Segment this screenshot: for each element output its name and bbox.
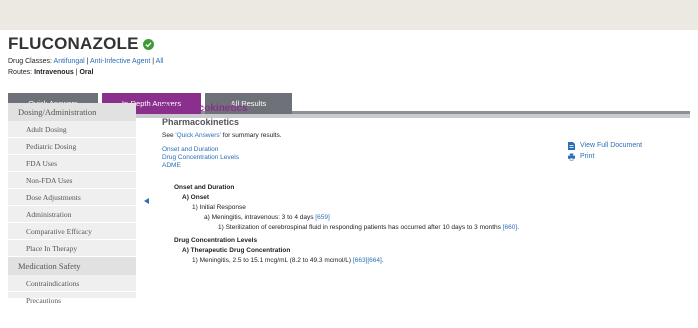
sidebar-item-place-in-therapy[interactable]: Place In Therapy [8,240,136,257]
levels-heading: Drug Concentration Levels [174,237,258,244]
onset-a1a1-text: 1) Sterilization of cerebrospinal fluid … [218,224,501,231]
sidebar-item-administration[interactable]: Administration [8,206,136,223]
class-antifungal-link[interactable]: Antifungal [54,58,85,65]
see-prefix: See [162,132,176,139]
sidebar: Dosing/Administration Adult Dosing Pedia… [8,103,136,309]
see-suffix: for summary results. [220,132,282,139]
collapse-arrow-icon[interactable] [144,198,149,204]
sidebar-item-precautions[interactable]: Precautions [8,292,136,309]
sidebar-item-non-fda-uses[interactable]: Non-FDA Uses [8,172,136,189]
check-circle-icon [142,38,154,50]
onset-a: A) Onset [182,194,210,201]
sidebar-section-medication-safety[interactable]: Medication Safety [8,257,136,275]
print-label: Print [580,153,595,160]
content-title: Pharmacokinetics [162,103,248,114]
onset-heading: Onset and Duration [174,184,235,191]
drug-classes: Drug Classes: Antifungal | Anti-Infectiv… [8,58,164,65]
route-oral: Oral [79,69,94,76]
onset-a1: 1) Initial Response [192,204,246,211]
ref-663-664-link[interactable]: [663][664] [353,257,382,264]
onset-a1a: a) Meningitis, intravenous: 3 to 4 days … [204,213,682,223]
document-icon [568,141,575,150]
levels-a: A) Therapeutic Drug Concentration [182,247,291,254]
printer-icon [568,153,575,160]
class-all-link[interactable]: All [156,58,164,65]
sidebar-item-fda-uses[interactable]: FDA Uses [8,155,136,172]
levels-a1-end: . [381,257,384,264]
content-subtitle: Pharmacokinetics [162,117,240,127]
ref-659-link[interactable]: [659] [315,214,329,221]
sidebar-item-contraindications[interactable]: Contraindications [8,275,136,292]
sidebar-item-dose-adjustments[interactable]: Dose Adjustments [8,189,136,206]
main-content: Pharmacokinetics Pharmacokinetics See 'Q… [162,103,682,266]
see-quick-answers: See 'Quick Answers' for summary results. [162,132,682,139]
onset-a1a-text: a) Meningitis, intravenous: 3 to 4 days [204,214,314,221]
quick-answers-link[interactable]: 'Quick Answers' [175,132,220,139]
view-full-document-button[interactable]: View Full Document [568,140,642,151]
sidebar-item-comparative-efficacy[interactable]: Comparative Efficacy [8,223,136,240]
top-band [0,0,698,30]
document-actions: View Full Document Print [568,140,642,162]
class-anti-infective-link[interactable]: Anti-Infective Agent [90,58,150,65]
link-adme[interactable]: ADME [162,162,682,170]
levels-a1: 1) Meningitis, 2.5 to 15.1 mcg/mL (8.2 t… [192,256,682,266]
section-drug-concentration: Drug Concentration Levels A) Therapeutic… [162,236,682,266]
section-onset-duration: Onset and Duration A) Onset 1) Initial R… [162,183,682,233]
print-button[interactable]: Print [568,151,642,162]
ref-660-link[interactable]: [660] [503,224,517,231]
onset-a1a1: 1) Sterilization of cerebrospinal fluid … [218,224,520,231]
sidebar-item-pediatric-dosing[interactable]: Pediatric Dosing [8,138,136,155]
route-intravenous: Intravenous [34,69,74,76]
title-row: FLUCONAZOLE [8,34,154,54]
drug-title: FLUCONAZOLE [8,34,139,53]
view-full-document-label: View Full Document [580,142,643,149]
drug-routes: Routes: Intravenous | Oral [8,69,94,76]
drug-classes-label: Drug Classes: [8,58,52,65]
routes-label: Routes: [8,69,33,76]
levels-a1-text: 1) Meningitis, 2.5 to 15.1 mcg/mL (8.2 t… [192,257,352,264]
sidebar-section-dosing[interactable]: Dosing/Administration [8,103,136,121]
sidebar-item-adult-dosing[interactable]: Adult Dosing [8,121,136,138]
